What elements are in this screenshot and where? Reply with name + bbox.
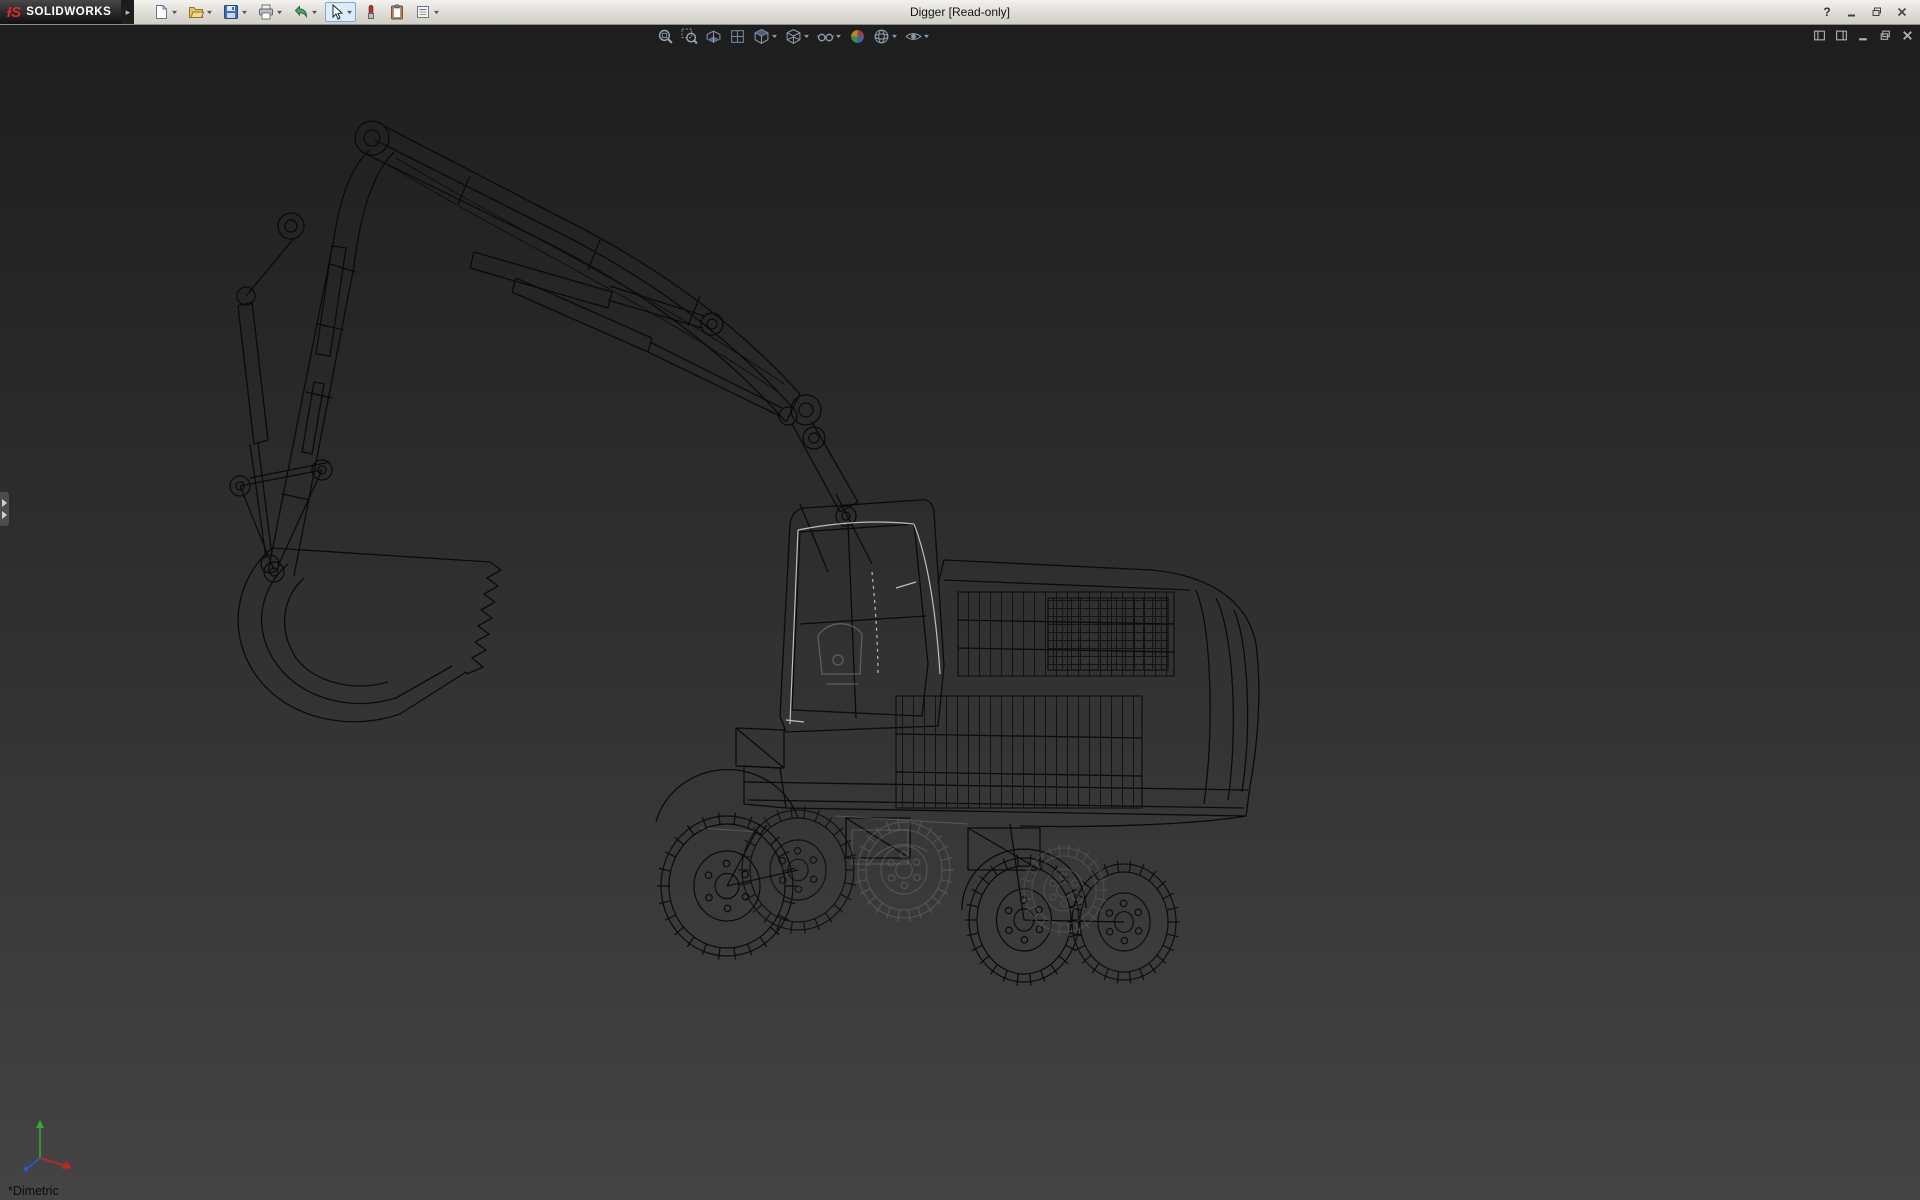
- section-view-icon: [705, 28, 722, 45]
- properties-button[interactable]: [386, 2, 408, 22]
- zoom-to-area-icon: [681, 28, 698, 45]
- view-settings-button[interactable]: [904, 27, 931, 46]
- dropdown-caret-icon[interactable]: [803, 34, 810, 39]
- dropdown-caret-icon[interactable]: [171, 10, 178, 15]
- wheels-wireframe: [657, 806, 1180, 985]
- dropdown-caret-icon[interactable]: [923, 34, 930, 39]
- reference-tool-icon: [363, 4, 379, 20]
- bucket-wireframe: [230, 460, 501, 722]
- display-style-button[interactable]: [784, 27, 811, 46]
- document-window-controls: [1812, 28, 1914, 42]
- select-icon: [328, 4, 344, 20]
- hide-show-items-icon: [817, 28, 834, 45]
- help-button[interactable]: ?: [1819, 4, 1835, 20]
- body-wireframe: [656, 560, 1259, 922]
- close-button[interactable]: [1894, 4, 1910, 20]
- window-controls: ?: [1819, 4, 1920, 20]
- open-icon: [188, 4, 204, 20]
- boom-arm-wireframe: [237, 121, 858, 576]
- orthographic-view-icon: [729, 28, 746, 45]
- panel-expand-tab[interactable]: [0, 492, 9, 526]
- hide-show-items-button[interactable]: [816, 27, 843, 46]
- zoom-to-fit-icon: [657, 28, 674, 45]
- zoom-to-area-button[interactable]: [680, 27, 699, 46]
- doc-close-button[interactable]: [1900, 28, 1914, 42]
- save-icon: [223, 4, 239, 20]
- print-icon: [258, 4, 274, 20]
- dropdown-caret-icon[interactable]: [771, 34, 778, 39]
- restore-button[interactable]: [1869, 4, 1885, 20]
- orthographic-view-button[interactable]: [728, 27, 747, 46]
- display-style-icon: [785, 28, 802, 45]
- apply-scene-icon: [873, 28, 890, 45]
- minimize-button[interactable]: [1844, 4, 1860, 20]
- dropdown-caret-icon[interactable]: [311, 10, 318, 15]
- select-button[interactable]: [325, 2, 356, 22]
- reference-tool-button[interactable]: [360, 2, 382, 22]
- split-pane-left-button[interactable]: [1812, 28, 1826, 42]
- dropdown-caret-icon[interactable]: [346, 10, 353, 15]
- doc-minimize-button[interactable]: [1856, 28, 1870, 42]
- edit-appearance-icon: [849, 28, 866, 45]
- undo-button[interactable]: [290, 2, 321, 22]
- solidworks-logo[interactable]: ƗS SOLIDWORKS: [0, 0, 121, 24]
- orientation-triad: [16, 1114, 80, 1172]
- graphics-viewport[interactable]: *Dimetric: [0, 24, 1920, 1200]
- view-orientation-icon: [753, 28, 770, 45]
- main-toolbar: [150, 2, 443, 22]
- view-orientation-label: *Dimetric: [8, 1184, 59, 1198]
- dropdown-caret-icon[interactable]: [891, 34, 898, 39]
- dropdown-caret-icon[interactable]: [433, 10, 440, 15]
- dropdown-caret-icon[interactable]: [206, 10, 213, 15]
- dropdown-caret-icon[interactable]: [241, 10, 248, 15]
- solidworks-logo-icon: ƗS: [7, 5, 21, 20]
- undo-icon: [293, 4, 309, 20]
- split-pane-right-button[interactable]: [1834, 28, 1848, 42]
- section-view-button[interactable]: [704, 27, 723, 46]
- heads-up-view-toolbar: [656, 27, 931, 46]
- edit-appearance-button[interactable]: [848, 27, 867, 46]
- options-icon: [415, 4, 431, 20]
- apply-scene-button[interactable]: [872, 27, 899, 46]
- open-button[interactable]: [185, 2, 216, 22]
- title-bar: ƗS SOLIDWORKS ▸ Digger [Read-only] ?: [0, 0, 1920, 25]
- zoom-to-fit-button[interactable]: [656, 27, 675, 46]
- save-button[interactable]: [220, 2, 251, 22]
- expand-arrow-icon: [2, 511, 7, 519]
- new-document-icon: [153, 4, 169, 20]
- dropdown-caret-icon[interactable]: [276, 10, 283, 15]
- menu-expand-arrow[interactable]: ▸: [121, 0, 134, 24]
- digger-wireframe-model[interactable]: [0, 24, 1920, 1200]
- print-button[interactable]: [255, 2, 286, 22]
- dropdown-caret-icon[interactable]: [835, 34, 842, 39]
- doc-restore-button[interactable]: [1878, 28, 1892, 42]
- view-settings-icon: [905, 28, 922, 45]
- options-button[interactable]: [412, 2, 443, 22]
- properties-icon: [389, 4, 405, 20]
- view-orientation-button[interactable]: [752, 27, 779, 46]
- expand-arrow-icon: [2, 499, 7, 507]
- brand-text: SOLIDWORKS: [26, 6, 111, 18]
- new-document-button[interactable]: [150, 2, 181, 22]
